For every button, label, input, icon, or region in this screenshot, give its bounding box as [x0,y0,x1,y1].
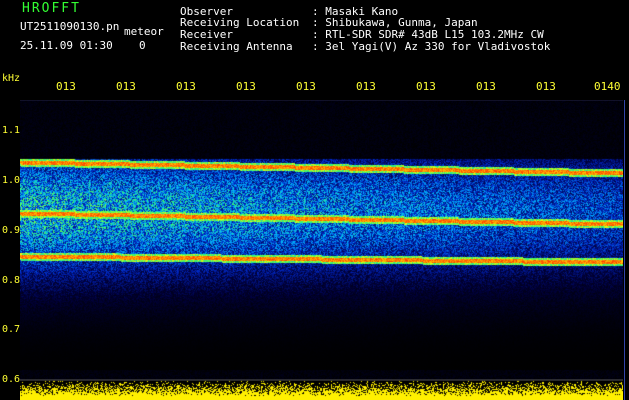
mode-label: meteor [124,25,164,38]
time-tick: 013 [536,80,556,93]
freq-tick: 0.8 [2,275,21,286]
freq-tick: 0.6 [2,374,21,385]
time-tick: 013 [476,80,496,93]
time-tick: 013 [356,80,376,93]
time-tick: 0140 [594,80,621,93]
spectrogram-canvas [20,100,623,400]
location-key: Receiving Location [180,16,300,29]
right-border [624,100,625,400]
location-value: : Shibukawa, Gunma, Japan [312,16,478,29]
receiver-value: : RTL-SDR SDR# 43dB L15 103.2MHz CW [312,28,544,41]
antenna-value: : 3el Yagi(V) Az 330 for Vladivostok [312,40,551,53]
freq-tick: 0.9 [2,225,21,236]
freq-tick: 0.7 [2,324,21,335]
hrofft-window: HROFFT UT2511090130.pn meteor 25.11.09 0… [0,0,629,400]
time-tick: 013 [296,80,316,93]
freq-tick: 1.0 [2,175,21,186]
filename-label: UT2511090130.pn [20,20,120,33]
datetime-label: 25.11.09 01:30 [20,39,113,52]
counter-label: 0 [139,39,146,52]
time-tick: 013 [416,80,436,93]
antenna-key: Receiving Antenna [180,40,293,53]
time-tick: 013 [236,80,256,93]
time-tick: 013 [176,80,196,93]
receiver-key: Receiver [180,28,233,41]
time-tick: 013 [56,80,76,93]
time-tick: 013 [116,80,136,93]
freq-unit-label: kHz [2,73,21,84]
app-title: HROFFT [22,1,81,16]
freq-tick: 1.1 [2,125,21,136]
